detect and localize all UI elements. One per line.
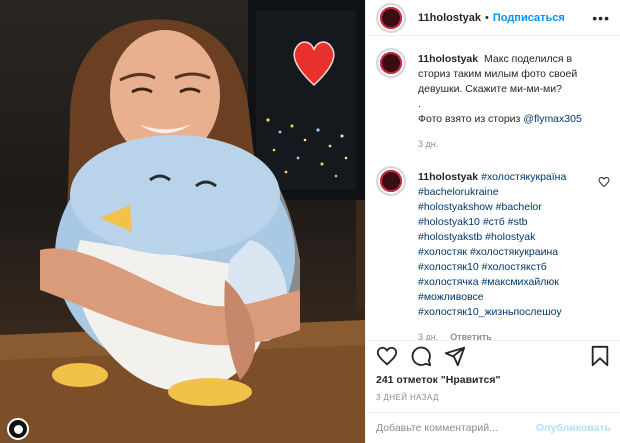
comment-username[interactable]: 11holostyak — [418, 171, 478, 183]
reply-button[interactable]: Ответить — [450, 332, 492, 340]
header-username[interactable]: 11holostyak — [418, 12, 481, 24]
share-icon[interactable] — [444, 345, 466, 367]
hashtag-link[interactable]: #холостякстб — [482, 261, 547, 273]
hashtag-line: #холостячка #максмихайлюк — [418, 275, 594, 290]
hashtag-link[interactable]: #bachelor — [496, 201, 542, 213]
bookmark-icon[interactable] — [589, 345, 611, 367]
likes-count[interactable]: 241 отметок "Нравится" — [376, 374, 611, 386]
hashtag-link[interactable]: #холостячка — [418, 276, 479, 288]
hashtag-link[interactable]: #можливовсе — [418, 290, 594, 305]
separator-dot: • — [484, 11, 489, 24]
comment-meta: 3 дн. — [418, 137, 594, 152]
hashtag-link[interactable]: #holostyakshow — [418, 201, 493, 213]
hashtag-link[interactable]: #holostyak — [485, 231, 535, 243]
hashtag-line: #holostyak10 #стб #stb — [418, 215, 594, 230]
post-header: 11holostyak • Подписаться ••• — [366, 0, 620, 36]
comment-meta: 3 дн. Ответить — [418, 330, 594, 340]
comment-like-heart-icon[interactable] — [598, 176, 610, 188]
hashtag-link[interactable]: #холостяк — [418, 246, 467, 258]
post-comment-button[interactable]: Опубликовать — [536, 422, 611, 434]
hashtag-link[interactable]: #стб — [483, 216, 505, 228]
comment-icon[interactable] — [410, 345, 432, 367]
hashtag-line: #holostyakstb #holostyak — [418, 230, 594, 245]
heart-icon[interactable] — [376, 345, 398, 367]
post-actions: 241 отметок "Нравится" 3 ДНЕЙ НАЗАД — [366, 340, 620, 402]
caption-comment: 11holostyak Макс поделился в сториз таки… — [376, 48, 610, 152]
follow-button[interactable]: Подписаться — [493, 12, 565, 24]
add-comment-bar: Опубликовать — [366, 412, 620, 443]
avatar[interactable] — [376, 2, 406, 33]
more-options-icon[interactable]: ••• — [592, 10, 610, 26]
user-mention-link[interactable]: @flymax305 — [523, 113, 582, 125]
post-photo[interactable] — [0, 0, 365, 443]
action-icons — [376, 343, 611, 369]
caption-source-prefix: Фото взято из сториз — [418, 113, 521, 125]
comment-time[interactable]: 3 дн. — [418, 139, 438, 149]
comment-input[interactable] — [376, 422, 537, 434]
hashtag-comment: 11holostyak #холостякукраїна #bachelorukr… — [376, 166, 610, 340]
hashtag-line: #holostyakshow #bachelor — [418, 200, 594, 215]
hashtag-link[interactable]: #холостяк10 — [418, 261, 479, 273]
photo-illustration — [0, 0, 365, 443]
comments-list: 11holostyak Макс поделился в сториз таки… — [366, 36, 620, 340]
avatar[interactable] — [376, 48, 406, 78]
caption-source: Фото взято из сториз @flymax305 — [418, 113, 582, 125]
tagged-user-badge[interactable] — [7, 418, 29, 440]
avatar[interactable] — [376, 166, 406, 196]
hashtag-line: #холостяк #холостякукраина — [418, 245, 594, 260]
hashtag-link[interactable]: #максмихайлюк — [481, 276, 558, 288]
hashtag-line: #холостяк10 #холостякстб — [418, 260, 594, 275]
post-sidebar: 11holostyak • Подписаться ••• 11holostya… — [365, 0, 620, 443]
hashtag-link[interactable]: #холостяк10_жизньпослешоу — [418, 305, 594, 320]
comment-time[interactable]: 3 дн. — [418, 332, 438, 340]
hashtag-link[interactable]: #холостякукраина — [470, 246, 558, 258]
hashtag-link[interactable]: #bachelorukraine — [418, 185, 594, 200]
hashtag-link[interactable]: #holostyakstb — [418, 231, 482, 243]
comment-username[interactable]: 11holostyak — [418, 53, 478, 65]
hashtag-link[interactable]: #stb — [508, 216, 528, 228]
hashtag-link[interactable]: #holostyak10 — [418, 216, 480, 228]
caption-dot: . — [418, 98, 421, 110]
post-time[interactable]: 3 ДНЕЙ НАЗАД — [376, 393, 611, 402]
hashtag-link[interactable]: #холостякукраїна — [481, 171, 566, 183]
